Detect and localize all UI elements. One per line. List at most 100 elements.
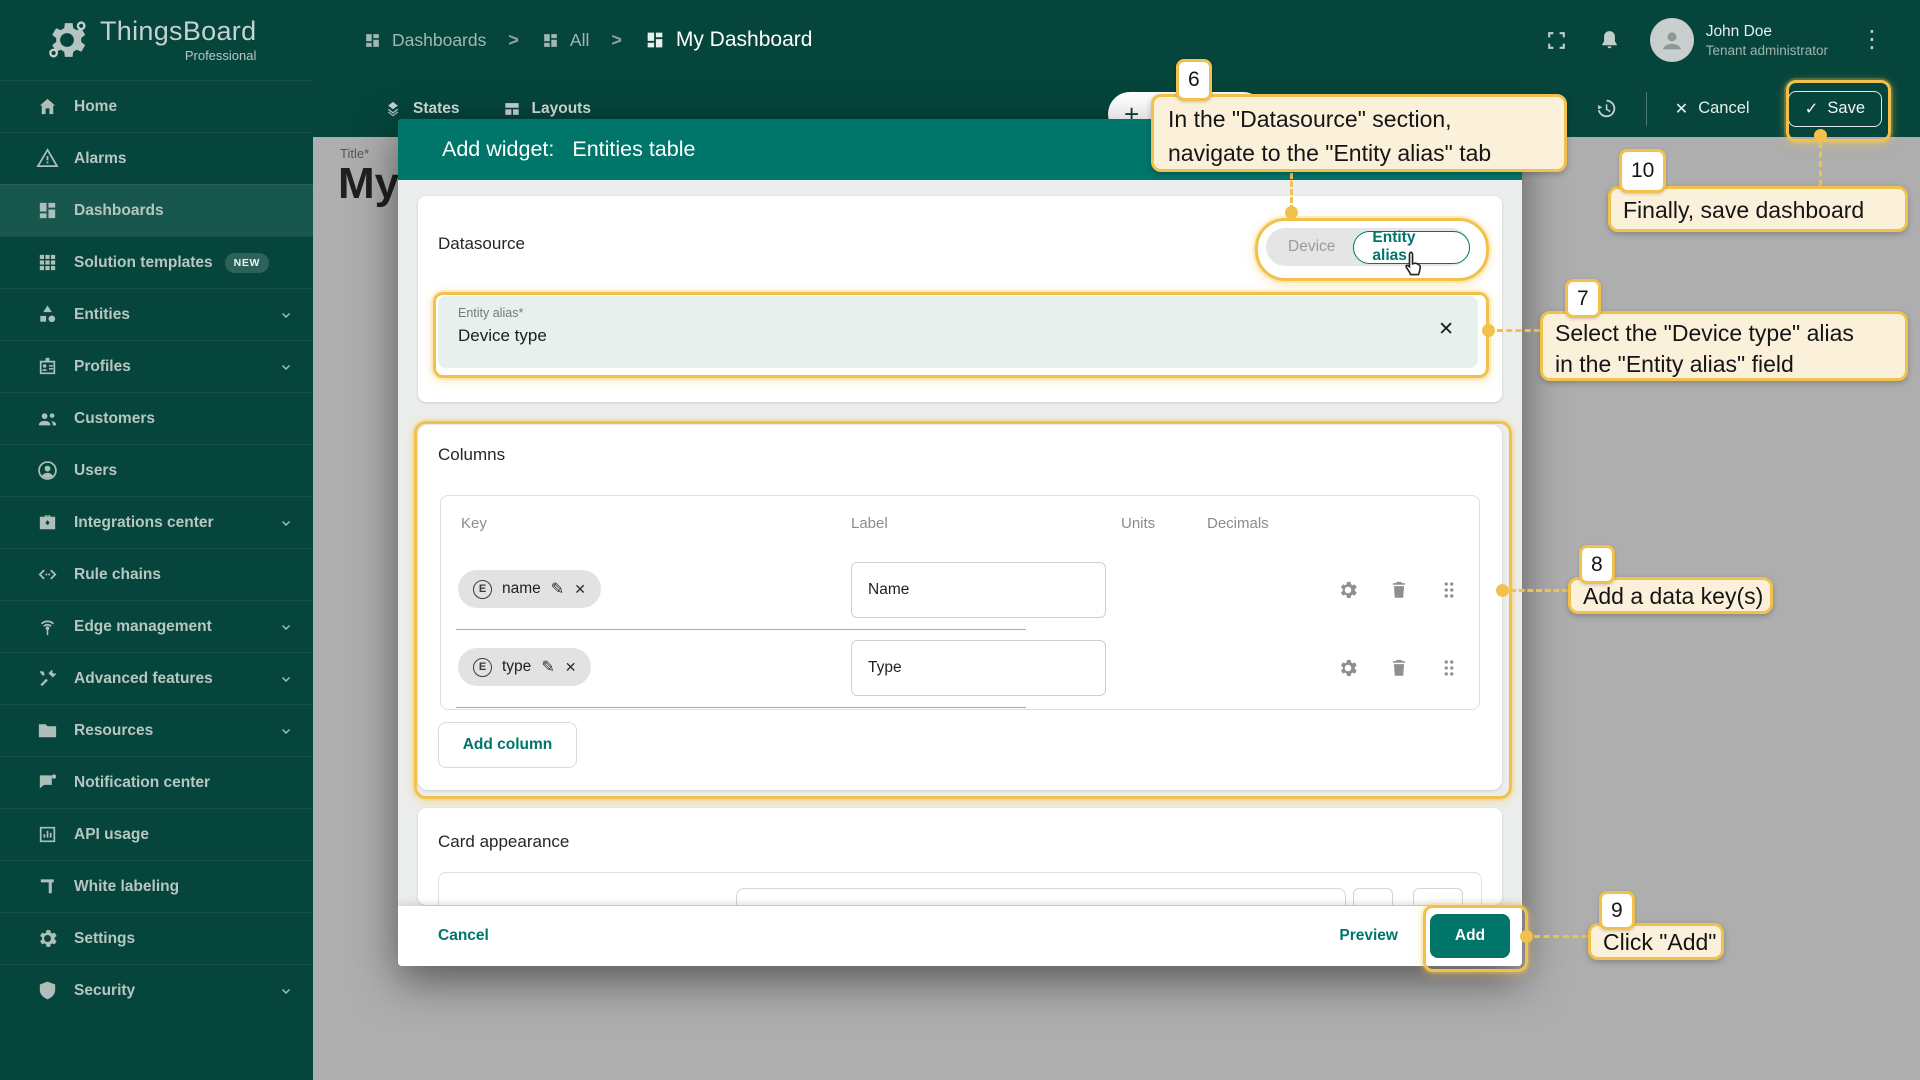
data-key-name: name [502,580,541,598]
table-row: E type ✎ ✕ Type [441,629,1479,707]
sidebar-item-security[interactable]: Security [0,964,313,1016]
notifications-bell-icon[interactable] [1597,28,1622,53]
states-icon [383,99,403,119]
delete-trash-icon[interactable] [1388,579,1410,601]
sidebar-item-white-labeling[interactable]: White labeling [0,860,313,912]
users-icon [36,459,59,482]
callout-text: Add a data key(s) [1583,581,1770,612]
history-icon[interactable] [1593,96,1618,121]
breadcrumb-separator-icon: > [611,30,622,51]
dashboards-icon [363,31,382,50]
breadcrumb: Dashboards > All > My Dashboard [363,28,812,52]
sidebar-item-entities[interactable]: Entities [0,288,313,340]
chevron-down-icon [279,308,293,322]
remove-key-icon[interactable]: ✕ [565,659,577,676]
breadcrumb-all[interactable]: All [541,30,589,51]
columns-table: Key Label Units Decimals E name ✎ ✕ [440,495,1480,710]
notification-center-icon [36,771,59,794]
edit-pencil-icon[interactable]: ✎ [551,579,564,599]
delete-trash-icon[interactable] [1388,657,1410,679]
drag-handle-icon[interactable] [1438,579,1460,601]
alarm-icon [36,147,59,170]
save-dashboard-button[interactable]: ✓ Save [1788,91,1882,127]
chevron-down-icon [279,984,293,998]
sidebar-item-notification-center[interactable]: Notification center [0,756,313,808]
callout-text: navigate to the "Entity alias" tab [1168,136,1564,170]
cancel-edit-button[interactable]: ✕ Cancel [1675,99,1750,119]
thingsboard-logo-icon [44,17,90,63]
remove-key-icon[interactable]: ✕ [574,581,586,598]
chevron-down-icon [279,672,293,686]
sidebar-item-solution-templates[interactable]: Solution templates NEW [0,236,313,288]
key-settings-gear-icon[interactable] [1337,657,1359,679]
sidebar-item-alarms[interactable]: Alarms [0,132,313,184]
user-menu[interactable]: John Doe Tenant administrator [1650,18,1828,62]
sidebar-item-settings[interactable]: Settings [0,912,313,964]
card-appearance-input[interactable] [736,888,1346,905]
edit-pencil-icon[interactable]: ✎ [541,657,554,677]
sidebar-item-label: Rule chains [74,566,161,584]
security-shield-icon [36,979,59,1002]
person-icon [1657,25,1687,55]
sidebar-item-integrations-center[interactable]: Integrations center [0,496,313,548]
sidebar-item-label: Home [74,98,117,116]
dialog-body: Datasource Device Entity alias Entity al… [398,180,1522,906]
callout-number-badge: 9 [1599,891,1635,930]
column-header-units: Units [1121,496,1155,551]
label-input[interactable]: Type [851,640,1106,696]
dashboard-icon [644,29,666,51]
solution-templates-icon [36,251,59,274]
sidebar-item-advanced-features[interactable]: Advanced features [0,652,313,704]
callout-text: Finally, save dashboard [1623,192,1905,228]
dashboard-group-icon [541,31,560,50]
entity-alias-field[interactable]: Entity alias* Device type ✕ [438,296,1478,368]
dialog-cancel-button[interactable]: Cancel [438,927,489,945]
layouts-button[interactable]: Layouts [502,99,591,119]
table-row: E name ✎ ✕ Name [441,551,1479,629]
sidebar-item-api-usage[interactable]: API usage [0,808,313,860]
fullscreen-icon[interactable] [1544,28,1569,53]
states-button[interactable]: States [383,99,460,119]
sidebar-item-label: Integrations center [74,514,214,532]
tab-device[interactable]: Device [1266,238,1353,256]
data-key-chip[interactable]: E type ✎ ✕ [458,648,591,686]
breadcrumb-label: All [570,30,589,51]
tab-entity-alias[interactable]: Entity alias [1353,231,1470,264]
sidebar-item-rule-chains[interactable]: Rule chains [0,548,313,600]
sidebar-item-profiles[interactable]: Profiles [0,340,313,392]
add-widget-confirm-button[interactable]: Add [1430,914,1510,958]
sidebar-item-customers[interactable]: Customers [0,392,313,444]
drag-handle-icon[interactable] [1438,657,1460,679]
data-key-chip[interactable]: E name ✎ ✕ [458,570,601,608]
sidebar-item-resources[interactable]: Resources [0,704,313,756]
sidebar-item-edge-management[interactable]: Edge management [0,600,313,652]
sidebar-item-home[interactable]: Home [0,80,313,132]
preview-button[interactable]: Preview [1339,927,1398,945]
sidebar-item-label: Entities [74,306,130,324]
card-appearance-mini-control[interactable] [1353,888,1393,905]
add-column-button[interactable]: Add column [438,722,577,768]
card-appearance-section: Card appearance [418,808,1502,905]
sidebar-item-users[interactable]: Users [0,444,313,496]
avatar [1650,18,1694,62]
label-input[interactable]: Name [851,562,1106,618]
sidebar-item-label: Notification center [74,774,210,792]
sidebar-item-label: Security [74,982,135,1000]
app-logo[interactable]: ThingsBoard Professional [0,0,313,80]
breadcrumb-dashboards[interactable]: Dashboards [363,30,486,51]
callout-text: In the "Datasource" section, [1168,102,1564,136]
entity-field-icon: E [473,658,492,677]
key-settings-gear-icon[interactable] [1337,579,1359,601]
more-options-kebab-icon[interactable]: ⋮ [1860,28,1884,52]
home-icon [36,95,59,118]
breadcrumb-my-dashboard[interactable]: My Dashboard [644,28,813,52]
sidebar-item-dashboards[interactable]: Dashboards [0,184,313,236]
card-appearance-mini-control[interactable] [1413,888,1463,905]
clear-alias-icon[interactable]: ✕ [1438,318,1454,341]
entity-alias-field-label: Entity alias* [458,306,523,320]
layouts-label: Layouts [532,100,591,118]
toolbar-right: ✕ Cancel ✓ Save [1593,80,1882,137]
thingsboard-app: ThingsBoard Professional Home Alarms Das… [0,0,1920,1080]
check-icon: ✓ [1805,99,1819,119]
callout-step-7: 7 Select the "Device type" alias in the … [1540,311,1908,381]
